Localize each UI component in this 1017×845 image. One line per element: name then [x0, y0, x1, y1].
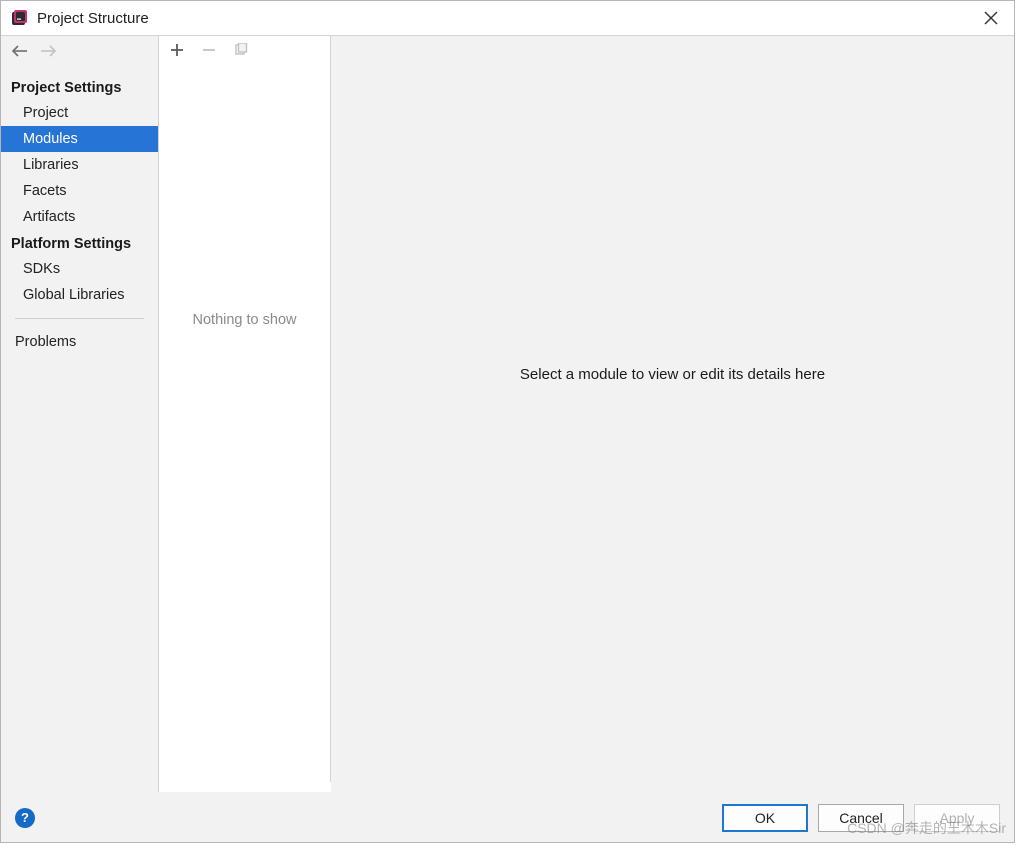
- nav-forward-button[interactable]: [39, 42, 57, 60]
- modules-toolbar: [159, 36, 330, 66]
- footer-buttons: OK Cancel Apply: [722, 804, 1000, 832]
- ok-button[interactable]: OK: [722, 804, 808, 832]
- app-icon: [11, 9, 29, 27]
- arrow-left-icon: [11, 45, 29, 57]
- minus-icon: [202, 43, 216, 57]
- sidebar-item-problems[interactable]: Problems: [1, 329, 158, 355]
- add-module-button[interactable]: [169, 43, 185, 60]
- arrow-right-icon: [39, 45, 57, 57]
- plus-icon: [170, 43, 184, 57]
- body: Project Settings Project Modules Librari…: [1, 35, 1014, 792]
- window-title: Project Structure: [37, 10, 149, 27]
- modules-empty-text: Nothing to show: [159, 66, 330, 782]
- remove-module-button[interactable]: [201, 43, 217, 60]
- sidebar-item-libraries[interactable]: Libraries: [1, 152, 158, 178]
- detail-placeholder: Select a module to view or edit its deta…: [520, 366, 825, 383]
- apply-button[interactable]: Apply: [914, 804, 1000, 832]
- close-icon: [984, 11, 998, 25]
- sidebar-item-global-libraries[interactable]: Global Libraries: [1, 282, 158, 308]
- section-header-platform-settings: Platform Settings: [1, 230, 158, 256]
- sidebar-item-artifacts[interactable]: Artifacts: [1, 204, 158, 230]
- sidebar-item-modules[interactable]: Modules: [1, 126, 158, 152]
- section-header-project-settings: Project Settings: [1, 74, 158, 100]
- close-button[interactable]: [978, 5, 1004, 31]
- detail-pane: Select a module to view or edit its deta…: [331, 36, 1014, 792]
- copy-icon: [234, 43, 248, 57]
- sidebar: Project Settings Project Modules Librari…: [1, 36, 159, 792]
- help-icon: ?: [21, 810, 29, 825]
- footer: ? OK Cancel Apply: [1, 792, 1014, 842]
- nav-back-button[interactable]: [11, 42, 29, 60]
- project-structure-dialog: Project Structure: [0, 0, 1015, 843]
- sidebar-item-facets[interactable]: Facets: [1, 178, 158, 204]
- sidebar-nav: [1, 36, 158, 66]
- cancel-button[interactable]: Cancel: [818, 804, 904, 832]
- sidebar-item-project[interactable]: Project: [1, 100, 158, 126]
- help-button[interactable]: ?: [15, 808, 35, 828]
- modules-pane: Nothing to show: [159, 36, 331, 782]
- sidebar-item-sdks[interactable]: SDKs: [1, 256, 158, 282]
- copy-module-button[interactable]: [233, 43, 249, 60]
- sidebar-divider: [15, 318, 144, 319]
- titlebar: Project Structure: [1, 1, 1014, 35]
- sidebar-list: Project Settings Project Modules Librari…: [1, 66, 158, 355]
